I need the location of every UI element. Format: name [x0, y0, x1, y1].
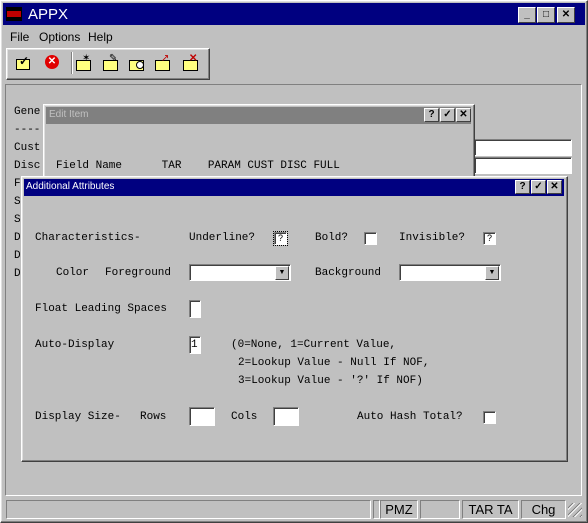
edit-item-header: Field Name TAR PARAM CUST DISC FULL — [56, 160, 340, 172]
status-cell: PMZ — [380, 500, 418, 519]
characteristics-label: Characteristics- — [35, 232, 141, 244]
auto-hash-label: Auto Hash Total? — [357, 411, 463, 423]
status-cell: Chg — [521, 500, 566, 519]
background-row: D — [14, 232, 21, 244]
appx-logo-icon — [6, 7, 22, 21]
up-folder-icon[interactable]: ↗ — [152, 53, 174, 73]
dialog-check-icon[interactable]: ✓ — [531, 180, 546, 194]
float-input[interactable] — [189, 300, 201, 318]
auto-display-help-line-2: 2=Lookup Value - Null If NOF, — [238, 357, 430, 369]
auto-display-value: 1 — [191, 339, 198, 351]
invisible-checkbox[interactable]: ? — [483, 232, 496, 245]
float-label: Float Leading Spaces — [35, 303, 168, 315]
status-cell — [6, 500, 371, 519]
rows-input[interactable] — [189, 407, 215, 426]
edit-item-title: Edit Item — [49, 109, 89, 120]
maximize-button[interactable]: □ — [537, 7, 555, 23]
menu-file[interactable]: File — [10, 30, 29, 44]
dialog-help-icon[interactable]: ? — [515, 180, 530, 194]
background-row: Cust — [14, 142, 41, 154]
background-row: S — [14, 196, 21, 208]
status-cell — [373, 500, 380, 519]
search-folder-icon[interactable] — [126, 53, 148, 73]
status-cell — [420, 500, 460, 519]
background-row: Gene — [14, 106, 41, 118]
menu-help[interactable]: Help — [88, 30, 113, 44]
background-field[interactable] — [474, 139, 572, 156]
chevron-down-icon[interactable]: ▼ — [275, 266, 289, 280]
window-title-bar[interactable] — [3, 3, 585, 25]
background-row: D — [14, 250, 21, 262]
window-title: APPX — [28, 6, 69, 23]
cols-input[interactable] — [273, 407, 299, 426]
help-icon[interactable]: ? — [424, 108, 439, 122]
auto-hash-checkbox[interactable] — [483, 411, 496, 424]
background-row: F — [14, 178, 21, 190]
resize-grip-icon[interactable] — [568, 503, 582, 517]
chevron-down-icon[interactable]: ▼ — [485, 266, 499, 280]
dialog-close-icon[interactable]: ✕ — [547, 180, 562, 194]
background-label: Background — [315, 267, 382, 279]
foreground-select[interactable]: ▼ — [189, 264, 291, 281]
display-size-label: Display Size- — [35, 411, 121, 423]
dialog-title: Additional Attributes — [26, 181, 115, 192]
cancel-tool-icon[interactable]: ✕ — [42, 53, 64, 73]
bold-checkbox[interactable] — [364, 232, 377, 245]
rows-label: Rows — [140, 411, 167, 423]
check-icon[interactable]: ✓ — [440, 108, 455, 122]
color-label: Color — [56, 267, 90, 279]
new-folder-icon[interactable]: ✶ — [73, 53, 95, 73]
status-cell: TAR TA — [462, 500, 519, 519]
delete-folder-icon[interactable]: ✕ — [180, 53, 202, 73]
auto-display-label: Auto-Display — [35, 339, 115, 351]
background-row: ---- — [14, 124, 41, 136]
invisible-label: Invisible? — [399, 232, 466, 244]
minimize-button[interactable]: _ — [518, 7, 536, 23]
auto-display-help-line-1: (0=None, 1=Current Value, — [231, 339, 397, 351]
edit-item-title-bar[interactable] — [46, 107, 471, 124]
foreground-label: Foreground — [105, 267, 172, 279]
ok-tool-icon[interactable]: ✓ — [13, 53, 35, 73]
cols-label: Cols — [231, 411, 258, 423]
underline-label: Underline? — [189, 232, 256, 244]
bold-label: Bold? — [315, 232, 349, 244]
background-row: S — [14, 214, 21, 226]
close-button[interactable]: ✕ — [557, 7, 575, 23]
underline-checkbox[interactable]: ? — [273, 231, 288, 246]
menu-options[interactable]: Options — [39, 30, 80, 44]
background-row: D — [14, 268, 21, 280]
close-icon[interactable]: ✕ — [456, 108, 471, 122]
background-select[interactable]: ▼ — [399, 264, 501, 281]
background-row: Disc — [14, 160, 41, 172]
auto-display-input[interactable]: 1 — [189, 336, 201, 354]
edit-folder-icon[interactable]: ✎ — [100, 53, 122, 73]
auto-display-help-line-3: 3=Lookup Value - '?' If NOF) — [238, 375, 423, 387]
background-field[interactable] — [474, 157, 572, 174]
